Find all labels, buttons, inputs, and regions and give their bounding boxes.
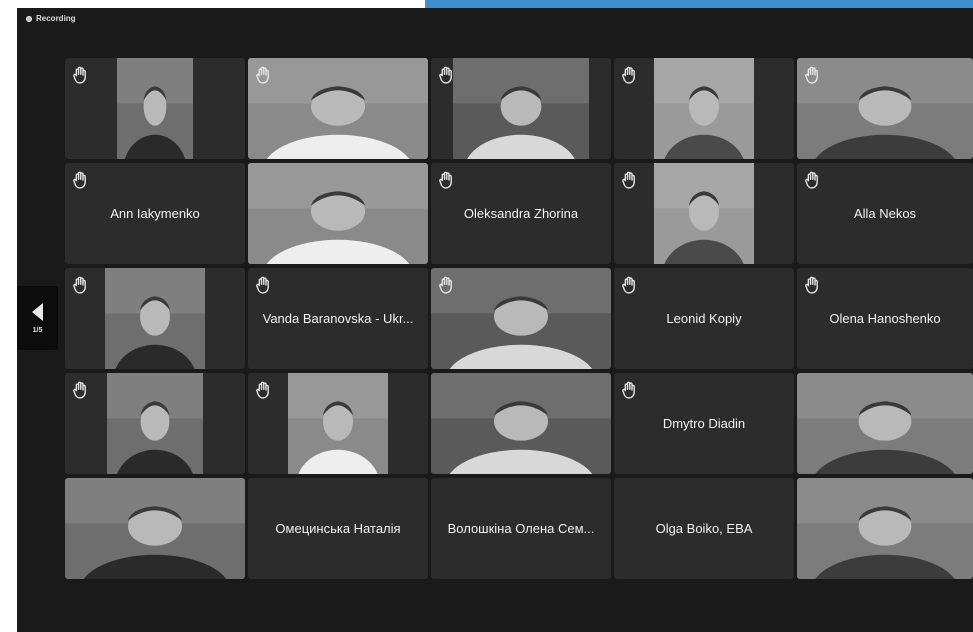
raise-hand-icon[interactable]	[621, 276, 638, 294]
participant-video	[248, 163, 428, 264]
participant-tile[interactable]	[65, 58, 245, 159]
participant-tile[interactable]: Olena Hanoshenko	[797, 268, 973, 369]
participant-name: Leonid Kopiy	[666, 311, 742, 326]
participant-tile[interactable]	[614, 163, 794, 264]
chevron-left-icon	[32, 302, 43, 321]
participant-tile[interactable]	[431, 58, 611, 159]
recording-dot-icon	[26, 15, 32, 22]
participant-tile[interactable]	[614, 58, 794, 159]
raise-hand-icon[interactable]	[621, 66, 638, 84]
participant-tile[interactable]: Vanda Baranovska - Ukr...	[248, 268, 428, 369]
participant-name: Alla Nekos	[853, 206, 917, 221]
participant-name: Волошкіна Олена Сем...	[447, 521, 595, 536]
participant-name: Dmytro Diadin	[662, 416, 746, 431]
participant-video	[797, 478, 973, 579]
participant-tile[interactable]: Alla Nekos	[797, 163, 973, 264]
participant-tile[interactable]	[65, 373, 245, 474]
participant-video	[117, 58, 193, 159]
participant-tile[interactable]	[797, 478, 973, 579]
participant-tile[interactable]: Oleksandra Zhorina	[431, 163, 611, 264]
meeting-window: Recording 1/5 Ann Iakymenko Oleksandra Zh…	[17, 8, 973, 632]
participant-tile[interactable]: Leonid Kopiy	[614, 268, 794, 369]
participant-video	[453, 58, 589, 159]
participant-video	[105, 268, 205, 369]
page-indicator: 1/5	[32, 326, 43, 334]
participant-name: Olena Hanoshenko	[829, 311, 941, 326]
raise-hand-icon[interactable]	[72, 276, 89, 294]
participant-video	[431, 373, 611, 474]
raise-hand-icon[interactable]	[621, 171, 638, 189]
participant-name: Oleksandra Zhorina	[463, 206, 579, 221]
raise-hand-icon[interactable]	[438, 171, 455, 189]
participant-tile[interactable]: Волошкіна Олена Сем...	[431, 478, 611, 579]
participant-video	[107, 373, 203, 474]
participant-name: Vanda Baranovska - Ukr...	[262, 311, 414, 326]
participant-tile[interactable]	[65, 478, 245, 579]
participant-tile[interactable]	[65, 268, 245, 369]
participant-name: Омецинська Наталія	[275, 521, 401, 536]
participant-video	[248, 58, 428, 159]
recording-label: Recording	[36, 14, 76, 23]
participant-video	[797, 58, 973, 159]
participant-tile[interactable]: Olga Boiko, EBA	[614, 478, 794, 579]
raise-hand-icon[interactable]	[255, 381, 272, 399]
participant-tile[interactable]	[797, 58, 973, 159]
raise-hand-icon[interactable]	[804, 276, 821, 294]
participant-tile[interactable]	[431, 373, 611, 474]
participant-grid: Ann Iakymenko Oleksandra Zhorina Alla Neko…	[65, 58, 973, 579]
raise-hand-icon[interactable]	[72, 381, 89, 399]
raise-hand-icon[interactable]	[804, 171, 821, 189]
raise-hand-icon[interactable]	[804, 66, 821, 84]
previous-page-button[interactable]: 1/5	[17, 286, 58, 350]
participant-tile[interactable]: Dmytro Diadin	[614, 373, 794, 474]
participant-video	[654, 163, 754, 264]
participant-tile[interactable]: Ann Iakymenko	[65, 163, 245, 264]
raise-hand-icon[interactable]	[255, 276, 272, 294]
raise-hand-icon[interactable]	[438, 66, 455, 84]
raise-hand-icon[interactable]	[72, 66, 89, 84]
participant-tile[interactable]	[248, 373, 428, 474]
participant-tile[interactable]	[248, 58, 428, 159]
participant-video	[654, 58, 754, 159]
participant-tile[interactable]: Омецинська Наталія	[248, 478, 428, 579]
raise-hand-icon[interactable]	[621, 381, 638, 399]
raise-hand-icon[interactable]	[438, 276, 455, 294]
browser-accent-bar	[425, 0, 973, 8]
participant-video	[797, 373, 973, 474]
participant-video	[288, 373, 388, 474]
participant-video	[65, 478, 245, 579]
participant-name: Olga Boiko, EBA	[655, 521, 753, 536]
participant-tile[interactable]	[797, 373, 973, 474]
participant-video	[431, 268, 611, 369]
recording-indicator: Recording	[26, 14, 76, 23]
participant-tile[interactable]	[248, 163, 428, 264]
raise-hand-icon[interactable]	[72, 171, 89, 189]
participant-tile[interactable]	[431, 268, 611, 369]
participant-name: Ann Iakymenko	[110, 206, 200, 221]
raise-hand-icon[interactable]	[255, 66, 272, 84]
